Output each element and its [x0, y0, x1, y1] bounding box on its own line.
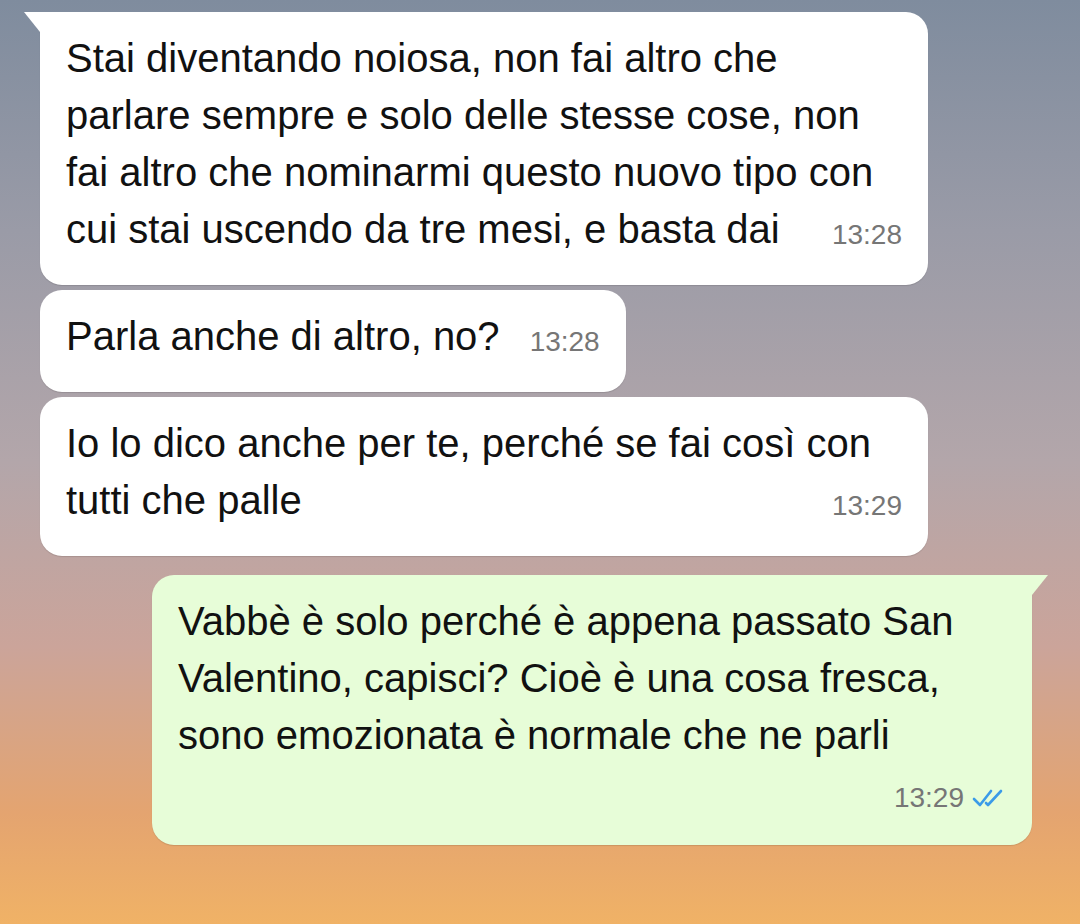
- message-time: 13:28: [530, 322, 600, 362]
- message-row: Parla anche di altro, no? 13:28: [0, 290, 1080, 392]
- message-meta: 13:29: [832, 486, 902, 526]
- message-meta: 13:29: [894, 778, 1006, 818]
- chat-screen: Stai diventando noiosa, non fai altro ch…: [0, 0, 1080, 924]
- message-bubble[interactable]: Parla anche di altro, no? 13:28: [40, 290, 626, 392]
- message-bubble[interactable]: Stai diventando noiosa, non fai altro ch…: [40, 12, 928, 285]
- message-meta: 13:28: [832, 215, 902, 255]
- message-text: Io lo dico anche per te, perché se fai c…: [66, 421, 882, 522]
- message-bubble[interactable]: Vabbè è solo perché è appena passato San…: [152, 575, 1032, 845]
- message-meta: 13:28: [530, 322, 600, 362]
- message-time: 13:29: [832, 486, 902, 526]
- message-time: 13:29: [894, 778, 964, 818]
- message-bubble[interactable]: Io lo dico anche per te, perché se fai c…: [40, 397, 928, 556]
- message-text: Stai diventando noiosa, non fai altro ch…: [66, 36, 884, 251]
- message-text: Vabbè è solo perché è appena passato San…: [178, 599, 965, 757]
- message-text: Parla anche di altro, no?: [66, 314, 500, 358]
- message-row: Vabbè è solo perché è appena passato San…: [0, 575, 1080, 845]
- double-check-icon: [972, 787, 1006, 809]
- message-row: Stai diventando noiosa, non fai altro ch…: [0, 12, 1080, 285]
- message-row: Io lo dico anche per te, perché se fai c…: [0, 397, 1080, 556]
- message-time: 13:28: [832, 215, 902, 255]
